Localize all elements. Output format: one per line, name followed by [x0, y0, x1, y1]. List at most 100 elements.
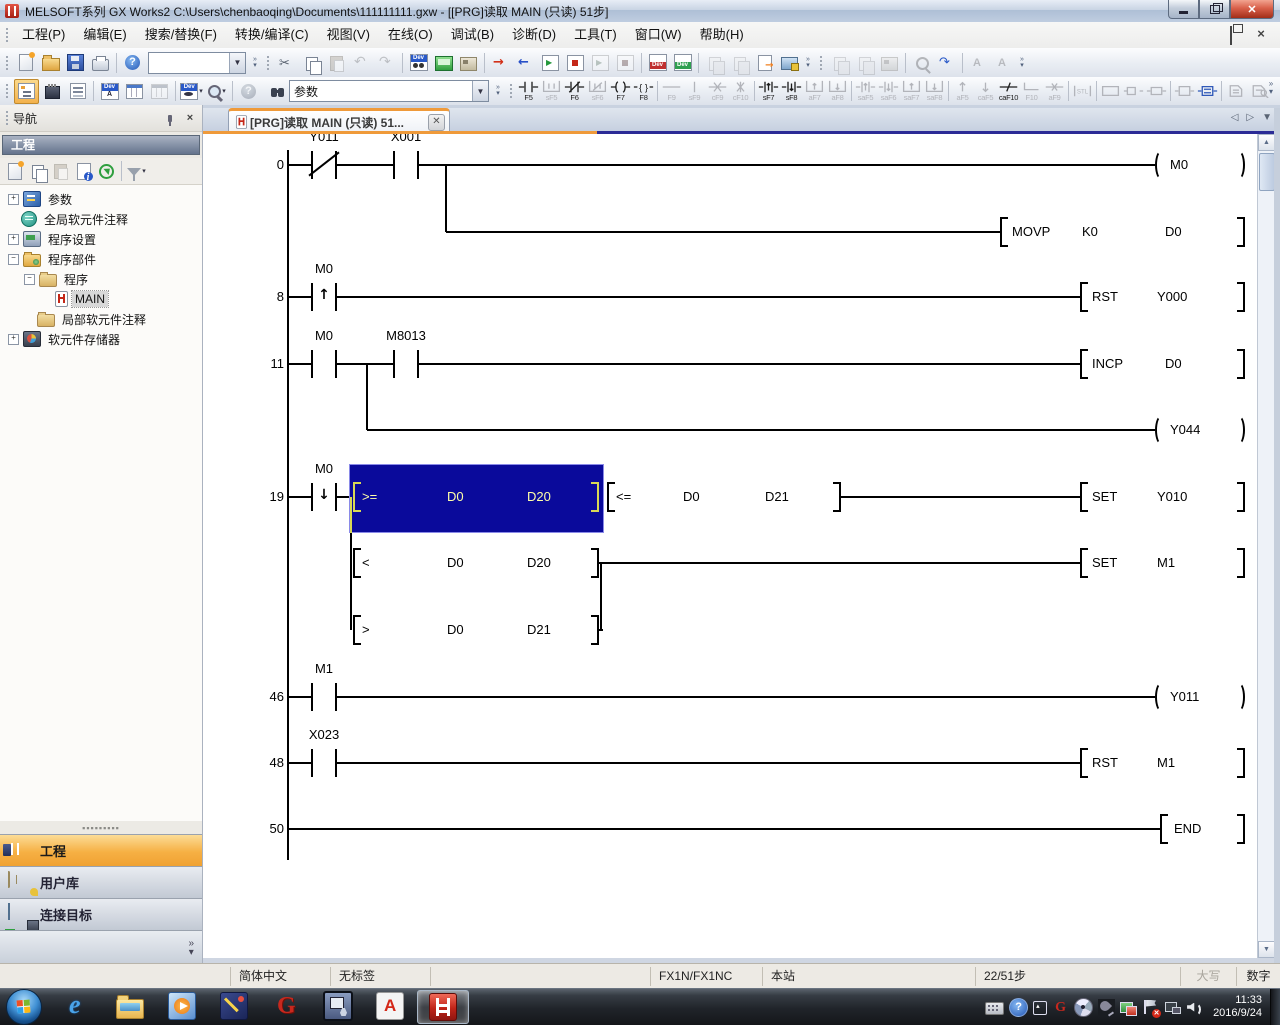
- ladder-compare-block[interactable]: <D0D20: [353, 548, 599, 578]
- ladder-coil-M0[interactable]: M0: [1155, 150, 1245, 180]
- taskbar-remote-desktop-button[interactable]: [313, 990, 363, 1022]
- read-from-plc-button[interactable]: [514, 51, 537, 74]
- ladder-saF6-button[interactable]: saF6: [878, 79, 899, 104]
- ladder-contact-X023[interactable]: X023: [311, 749, 337, 777]
- list-view-button[interactable]: [66, 80, 89, 103]
- save-project-button[interactable]: [64, 51, 87, 74]
- tray-net-icon[interactable]: [1164, 999, 1181, 1016]
- tree-expander-icon[interactable]: +: [8, 234, 19, 245]
- nav-new-button[interactable]: [4, 161, 25, 182]
- parameter-check-button[interactable]: [728, 51, 751, 74]
- ladder-canvas[interactable]: 0Y011X001M0MOVPK0D08↑M0RSTY00011M0M8013Y…: [203, 134, 1257, 958]
- minimize-button[interactable]: [1168, 0, 1199, 19]
- device-batch-button[interactable]: [148, 80, 171, 103]
- device-table-button[interactable]: [123, 80, 146, 103]
- tree-item-参数[interactable]: +参数: [0, 189, 202, 209]
- taskbar-media-player-button[interactable]: [157, 990, 207, 1022]
- device-write-button[interactable]: [646, 51, 669, 74]
- vertical-scrollbar[interactable]: ▲ ▼: [1257, 134, 1275, 958]
- menu-item-帮助H[interactable]: 帮助(H): [691, 22, 753, 48]
- toolbar-drag-handle[interactable]: [4, 82, 9, 100]
- simulation-start-button[interactable]: [828, 51, 851, 74]
- mdi-minimize-button[interactable]: [1202, 27, 1216, 41]
- toolbar-drag-handle[interactable]: [508, 82, 513, 100]
- tree-expander-icon[interactable]: +: [8, 194, 19, 205]
- tree-item-程序[interactable]: −程序: [0, 269, 202, 289]
- scroll-down-icon[interactable]: ▼: [1258, 941, 1275, 958]
- hardware-config-button[interactable]: [457, 51, 480, 74]
- tray-help-icon[interactable]: [1009, 998, 1028, 1017]
- tree-item-程序部件[interactable]: −程序部件: [0, 249, 202, 269]
- device-comment-search-button[interactable]: [407, 51, 430, 74]
- mdi-restore-button[interactable]: [1228, 27, 1242, 41]
- device-read-button[interactable]: [671, 51, 694, 74]
- menu-item-转换/编译C[interactable]: 转换/编译(C): [226, 22, 318, 48]
- tray-cd-icon[interactable]: [1074, 998, 1093, 1017]
- open-project-button[interactable]: [39, 51, 62, 74]
- nav-button-工程[interactable]: 工程: [0, 834, 202, 866]
- nav-drag-handle[interactable]: [4, 109, 9, 127]
- pc-remote-monitor-button[interactable]: [778, 51, 801, 74]
- ladder-F5-button[interactable]: F5: [518, 79, 539, 104]
- chevron-down-icon[interactable]: ▼: [472, 81, 488, 101]
- module-configuration-button[interactable]: [41, 80, 64, 103]
- write-to-plc-button[interactable]: [489, 51, 512, 74]
- ladder-inline-st-box-button[interactable]: [1100, 79, 1121, 104]
- stop-monitor-button[interactable]: [564, 51, 587, 74]
- ladder-compare-block[interactable]: >=D0D20: [353, 482, 599, 512]
- tab-scroll-right-icon[interactable]: ▷: [1246, 112, 1254, 123]
- taskbar-design-tool-button[interactable]: [209, 990, 259, 1022]
- menu-item-调试B[interactable]: 调试(B): [442, 22, 503, 48]
- toolbar-overflow-icon[interactable]: »▾: [802, 51, 814, 74]
- ladder-sF5-button[interactable]: sF5: [541, 79, 562, 104]
- tray-kbd-icon[interactable]: [985, 1002, 1004, 1015]
- ladder-statement-edit-button[interactable]: [1225, 79, 1246, 104]
- toolbar-drag-handle[interactable]: [4, 54, 9, 72]
- tab-close-icon[interactable]: ✕: [428, 114, 445, 131]
- menu-item-搜索/替换F[interactable]: 搜索/替换(F): [136, 22, 226, 48]
- new-project-button[interactable]: [14, 51, 37, 74]
- zoom-search-button[interactable]: ▾: [205, 80, 228, 103]
- ladder-F9-button[interactable]: F9: [661, 79, 682, 104]
- sampling-trace-button[interactable]: [878, 51, 901, 74]
- menu-item-窗口W[interactable]: 窗口(W): [626, 22, 691, 48]
- print-button[interactable]: [89, 51, 112, 74]
- show-desktop-button[interactable]: [1270, 989, 1280, 1025]
- nav-splitter[interactable]: ▪▪▪▪▪▪▪▪▪: [0, 821, 202, 834]
- toolbar-overflow-icon[interactable]: »▾: [1264, 80, 1278, 96]
- menu-item-视图V[interactable]: 视图(V): [318, 22, 379, 48]
- nav-close-icon[interactable]: ×: [182, 111, 198, 125]
- nav-refresh-button[interactable]: [96, 161, 117, 182]
- redo-button[interactable]: [375, 51, 398, 74]
- taskbar-pdf-reader-button[interactable]: [365, 990, 415, 1022]
- nav-button-连接目标[interactable]: 连接目标: [0, 898, 202, 930]
- help-button[interactable]: [121, 51, 144, 74]
- find-button[interactable]: [262, 80, 285, 103]
- ladder-instruction[interactable]: MOVPK0D0: [1000, 217, 1245, 247]
- ladder-stl-instruction-button[interactable]: STL: [1072, 79, 1093, 104]
- tray-vol-icon[interactable]: [1186, 999, 1203, 1016]
- ladder-contact-M0[interactable]: M0: [311, 350, 337, 378]
- instruction-help-button[interactable]: [753, 51, 776, 74]
- start-monitor-button[interactable]: [539, 51, 562, 74]
- tray-sat-icon[interactable]: [1098, 999, 1115, 1016]
- ladder-compare-block[interactable]: >D0D21: [353, 615, 599, 645]
- ladder-sF9-button[interactable]: sF9: [684, 79, 705, 104]
- tree-item-全局软元件注释[interactable]: 全局软元件注释: [0, 209, 202, 229]
- device-display-button[interactable]: ▾: [180, 80, 203, 103]
- program-check-button[interactable]: [703, 51, 726, 74]
- ladder-contact-M1[interactable]: M1: [311, 683, 337, 711]
- tree-item-程序设置[interactable]: +程序设置: [0, 229, 202, 249]
- pin-icon[interactable]: [162, 111, 178, 125]
- tree-expander-icon[interactable]: +: [8, 334, 19, 345]
- ladder-sF6-button[interactable]: sF6: [587, 79, 608, 104]
- ladder-edit-block-button[interactable]: [1174, 79, 1195, 104]
- pause-monitor-button[interactable]: [589, 51, 612, 74]
- ladder-coil-Y011[interactable]: Y011: [1155, 682, 1245, 712]
- device-find-button[interactable]: [98, 80, 121, 103]
- ladder-compare-block[interactable]: <=D0D21: [607, 482, 841, 512]
- ladder-edit-contact-button[interactable]: [1123, 79, 1144, 104]
- ladder-F6-button[interactable]: F6: [564, 79, 585, 104]
- taskbar-clock[interactable]: 11:33 2016/9/24: [1213, 994, 1262, 1020]
- ladder-cF9-button[interactable]: cF9: [707, 79, 728, 104]
